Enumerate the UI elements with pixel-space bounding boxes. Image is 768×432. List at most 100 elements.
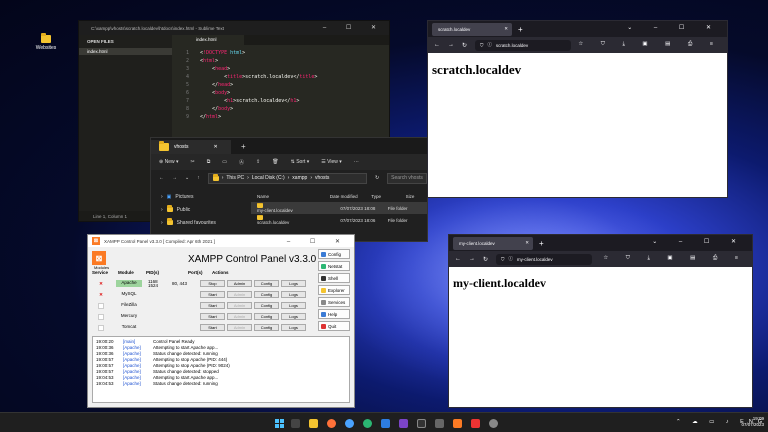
nav-item-shared-favourites[interactable]: › Shared favourites: [151, 216, 251, 229]
more-icon[interactable]: ···: [354, 159, 359, 165]
reload-icon[interactable]: ↻: [462, 42, 467, 49]
refresh-icon[interactable]: ↻: [375, 175, 379, 181]
new-button[interactable]: ⊕ New ▾: [159, 159, 179, 165]
toolbar-icons[interactable]: ☆ ⛉ ⤓ ▣ ▤ ⎙ ≡: [578, 41, 721, 48]
clock[interactable]: 19:09 07/07/2023: [741, 416, 764, 428]
sort-button[interactable]: ⇅ Sort ▾: [291, 159, 310, 165]
nav-item-public[interactable]: › Public: [151, 203, 251, 216]
settings-icon[interactable]: [489, 419, 498, 428]
new-tab-icon[interactable]: +: [539, 239, 544, 248]
window-controls[interactable]: ⌄ – ☐ ✕: [652, 238, 746, 245]
url-bar[interactable]: ⛉ ⓘ scratch.localdev: [475, 39, 572, 51]
address-bar[interactable]: › This PC › Local Disk (C:) › xampp › vhosts: [207, 172, 367, 184]
service-status-icon[interactable]: ✕: [92, 281, 110, 287]
search-icon[interactable]: [291, 419, 300, 428]
admin-button[interactable]: Admin: [227, 302, 252, 309]
config-button[interactable]: Config: [254, 291, 279, 298]
start-button[interactable]: Start: [200, 291, 225, 298]
firefox-icon[interactable]: [327, 419, 336, 428]
search-input[interactable]: Search vhosts: [387, 172, 427, 184]
side-button-quit[interactable]: Quit: [318, 321, 350, 331]
start-button[interactable]: Start: [200, 324, 225, 331]
sublime-icon[interactable]: [435, 419, 444, 428]
stop-button[interactable]: Stop: [200, 280, 225, 287]
cut-icon[interactable]: ✂: [191, 159, 195, 165]
start-button[interactable]: [275, 419, 284, 428]
col-name[interactable]: Name: [251, 194, 330, 199]
url-bar[interactable]: ⛉ ⓘ my-client.localdev: [496, 253, 593, 265]
xampp-icon[interactable]: [453, 419, 462, 428]
logs-button[interactable]: Logs: [281, 280, 306, 287]
start-button[interactable]: Start: [200, 302, 225, 309]
config-button[interactable]: Config: [254, 280, 279, 287]
sidebar-file[interactable]: index.html: [79, 48, 172, 55]
paste-icon[interactable]: ▭: [222, 159, 227, 165]
delete-icon[interactable]: 🗑: [272, 159, 278, 165]
tab-index-html[interactable]: index.html: [172, 35, 244, 45]
admin-button[interactable]: Admin: [227, 291, 252, 298]
browser-tab[interactable]: scratch.localdev ✕: [432, 22, 512, 36]
col-type[interactable]: Type: [371, 194, 405, 199]
side-button-config[interactable]: Config: [318, 249, 350, 259]
admin-button[interactable]: Admin: [227, 313, 252, 320]
table-row[interactable]: my-client.localdev 07/07/2023 18:08 File…: [251, 202, 427, 214]
window-controls[interactable]: ⌄ – ☐ ✕: [627, 24, 721, 31]
config-button[interactable]: Config: [254, 324, 279, 331]
reload-icon[interactable]: ↻: [483, 256, 488, 263]
toolbar-icons[interactable]: ☆ ⛉ ⤓ ▣ ▤ ⎙ ≡: [603, 255, 746, 262]
side-button-help[interactable]: Help: [318, 309, 350, 319]
col-date[interactable]: Date modified: [330, 194, 371, 199]
start-button[interactable]: Start: [200, 313, 225, 320]
col-size[interactable]: Size: [406, 194, 427, 199]
admin-button[interactable]: Admin: [227, 280, 252, 287]
file-explorer-window[interactable]: vhosts ✕ + ⊕ New ▾ ✂ ⧉ ▭ Ⓐ ⇪ 🗑 ⇅ Sort ▾ …: [150, 137, 428, 242]
view-button[interactable]: ☰ View ▾: [321, 159, 342, 165]
copy-icon[interactable]: ⧉: [207, 159, 211, 165]
config-button[interactable]: Config: [254, 302, 279, 309]
forward-icon[interactable]: →: [448, 42, 454, 48]
side-button-explorer[interactable]: Explorer: [318, 285, 350, 295]
visual-studio-icon[interactable]: [399, 419, 408, 428]
share-icon[interactable]: ⇪: [256, 159, 260, 165]
edge-icon[interactable]: [363, 419, 372, 428]
forward-icon[interactable]: →: [172, 175, 177, 181]
admin-button[interactable]: Admin: [227, 324, 252, 331]
side-button-netstat[interactable]: Netstat: [318, 261, 350, 271]
table-row[interactable]: scratch.localdev 07/07/2023 18:06 File f…: [251, 214, 427, 226]
browser-window-scratch[interactable]: scratch.localdev ✕ + ⌄ – ☐ ✕ ← → ↻ ⛉ ⓘ scra…: [427, 20, 728, 198]
app-icon[interactable]: [471, 419, 480, 428]
service-status-icon[interactable]: ✕: [92, 292, 110, 298]
tab-vhosts[interactable]: vhosts ✕: [151, 140, 231, 154]
websites-desktop-icon[interactable]: Websites: [33, 33, 59, 51]
config-button[interactable]: Config: [254, 313, 279, 320]
window-controls[interactable]: – ☐ ✕: [323, 24, 385, 31]
side-button-shell[interactable]: Shell: [318, 273, 350, 283]
xampp-control-panel[interactable]: ⊠ XAMPP Control Panel v3.3.0 [ Compiled:…: [87, 234, 355, 408]
service-checkbox[interactable]: [92, 302, 110, 309]
rename-icon[interactable]: Ⓐ: [239, 159, 244, 166]
logs-button[interactable]: Logs: [281, 324, 306, 331]
new-tab-icon[interactable]: +: [518, 25, 523, 34]
browser-tab[interactable]: my-client.localdev ✕: [453, 236, 533, 250]
recent-icon[interactable]: ⌄: [185, 175, 189, 181]
window-controls[interactable]: – ☐ ✕: [287, 238, 349, 245]
service-checkbox[interactable]: [92, 313, 110, 320]
new-tab-icon[interactable]: +: [241, 142, 246, 151]
side-button-services[interactable]: Services: [318, 297, 350, 307]
service-checkbox[interactable]: [92, 324, 110, 331]
file-explorer-icon[interactable]: [309, 419, 318, 428]
terminal-icon[interactable]: [417, 419, 426, 428]
back-icon[interactable]: ←: [455, 256, 461, 262]
logs-button[interactable]: Logs: [281, 313, 306, 320]
logs-button[interactable]: Logs: [281, 302, 306, 309]
browser-window-my-client[interactable]: my-client.localdev ✕ + ⌄ – ☐ ✕ ← → ↻ ⛉ ⓘ my…: [448, 234, 753, 408]
chrome-icon[interactable]: [345, 419, 354, 428]
up-icon[interactable]: ↑: [197, 175, 200, 181]
code-icon[interactable]: [381, 419, 390, 428]
logs-button[interactable]: Logs: [281, 291, 306, 298]
back-icon[interactable]: ←: [434, 42, 440, 48]
forward-icon[interactable]: →: [469, 256, 475, 262]
back-icon[interactable]: ←: [159, 175, 164, 181]
close-icon[interactable]: ✕: [213, 144, 217, 150]
nav-item-pictures[interactable]: › ▣ Pictures: [151, 190, 251, 203]
